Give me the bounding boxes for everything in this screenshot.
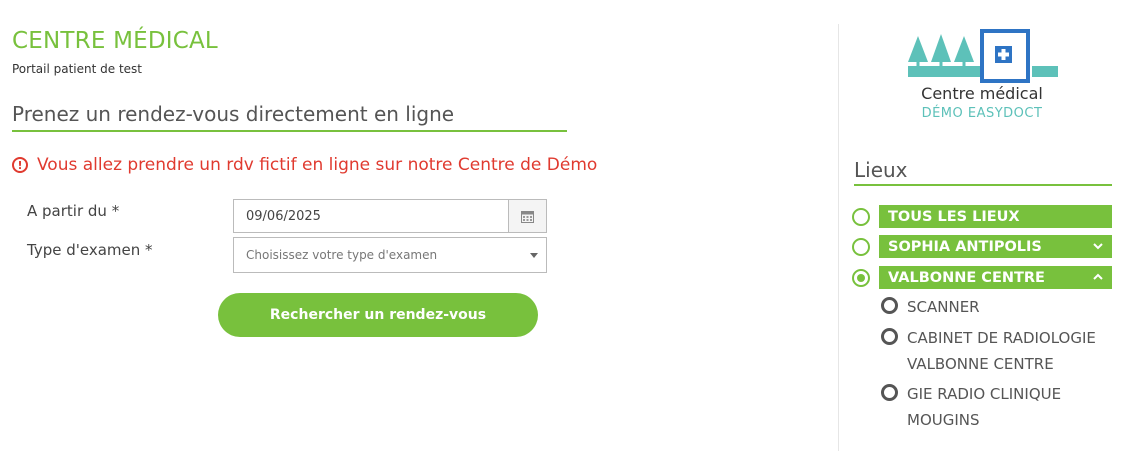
caret-down-icon	[530, 253, 538, 258]
column-divider	[838, 24, 839, 451]
sublocation-scanner[interactable]: SCANNER	[881, 294, 1117, 320]
exam-select[interactable]: Choisissez votre type d'examen	[233, 237, 547, 273]
radio-button[interactable]	[852, 207, 870, 226]
location-label: SOPHIA ANTIPOLIS	[888, 238, 1042, 255]
date-label: A partir du *	[27, 202, 120, 220]
chevron-up-icon[interactable]	[1092, 271, 1104, 283]
logo-subtext: DÉMO EASYDOCT	[921, 106, 1043, 121]
trees-icon	[908, 34, 974, 68]
logo-text: Centre médical	[921, 84, 1043, 103]
radio-button[interactable]	[881, 328, 898, 345]
exam-label: Type d'examen *	[27, 241, 153, 259]
sublocation-label: GIE RADIO CLINIQUE MOUGINS	[907, 385, 1062, 429]
location-label: VALBONNE CENTRE	[888, 269, 1045, 286]
sublocation-label: SCANNER	[907, 298, 980, 316]
sublocation-gie-radio[interactable]: GIE RADIO CLINIQUE MOUGINS	[881, 381, 1117, 433]
demo-alert: ! Vous allez prendre un rdv fictif en li…	[12, 155, 597, 175]
radio-button[interactable]	[852, 237, 870, 256]
location-bar[interactable]: VALBONNE CENTRE	[879, 266, 1112, 289]
location-all[interactable]: TOUS LES LIEUX	[852, 205, 1112, 228]
exam-placeholder: Choisissez votre type d'examen	[246, 248, 438, 262]
location-bar[interactable]: SOPHIA ANTIPOLIS	[879, 235, 1112, 258]
location-bar[interactable]: TOUS LES LIEUX	[879, 205, 1112, 228]
sublocation-cabinet-radiologie[interactable]: CABINET DE RADIOLOGIE VALBONNE CENTRE	[881, 325, 1117, 377]
date-field	[233, 199, 547, 233]
location-label: TOUS LES LIEUX	[888, 208, 1020, 225]
radio-button-selected[interactable]	[852, 268, 870, 287]
site-title: CENTRE MÉDICAL	[12, 28, 218, 54]
radio-button[interactable]	[881, 384, 898, 401]
locations-heading: Lieux	[854, 158, 1112, 186]
sublocation-label: CABINET DE RADIOLOGIE VALBONNE CENTRE	[907, 329, 1096, 373]
location-sophia-antipolis[interactable]: SOPHIA ANTIPOLIS	[852, 235, 1112, 258]
chevron-down-icon[interactable]	[1092, 240, 1104, 252]
page-title: Prenez un rendez-vous directement en lig…	[12, 102, 567, 132]
date-input[interactable]	[234, 200, 508, 232]
search-appointment-button[interactable]: Rechercher un rendez-vous	[218, 293, 538, 337]
radio-button[interactable]	[881, 297, 898, 314]
site-subtitle: Portail patient de test	[12, 62, 143, 76]
exclamation-circle-icon: !	[12, 157, 28, 173]
calendar-icon	[521, 210, 534, 223]
alert-text: Vous allez prendre un rdv fictif en lign…	[37, 155, 598, 175]
location-valbonne-centre[interactable]: VALBONNE CENTRE	[852, 266, 1112, 289]
calendar-button[interactable]	[508, 200, 546, 232]
